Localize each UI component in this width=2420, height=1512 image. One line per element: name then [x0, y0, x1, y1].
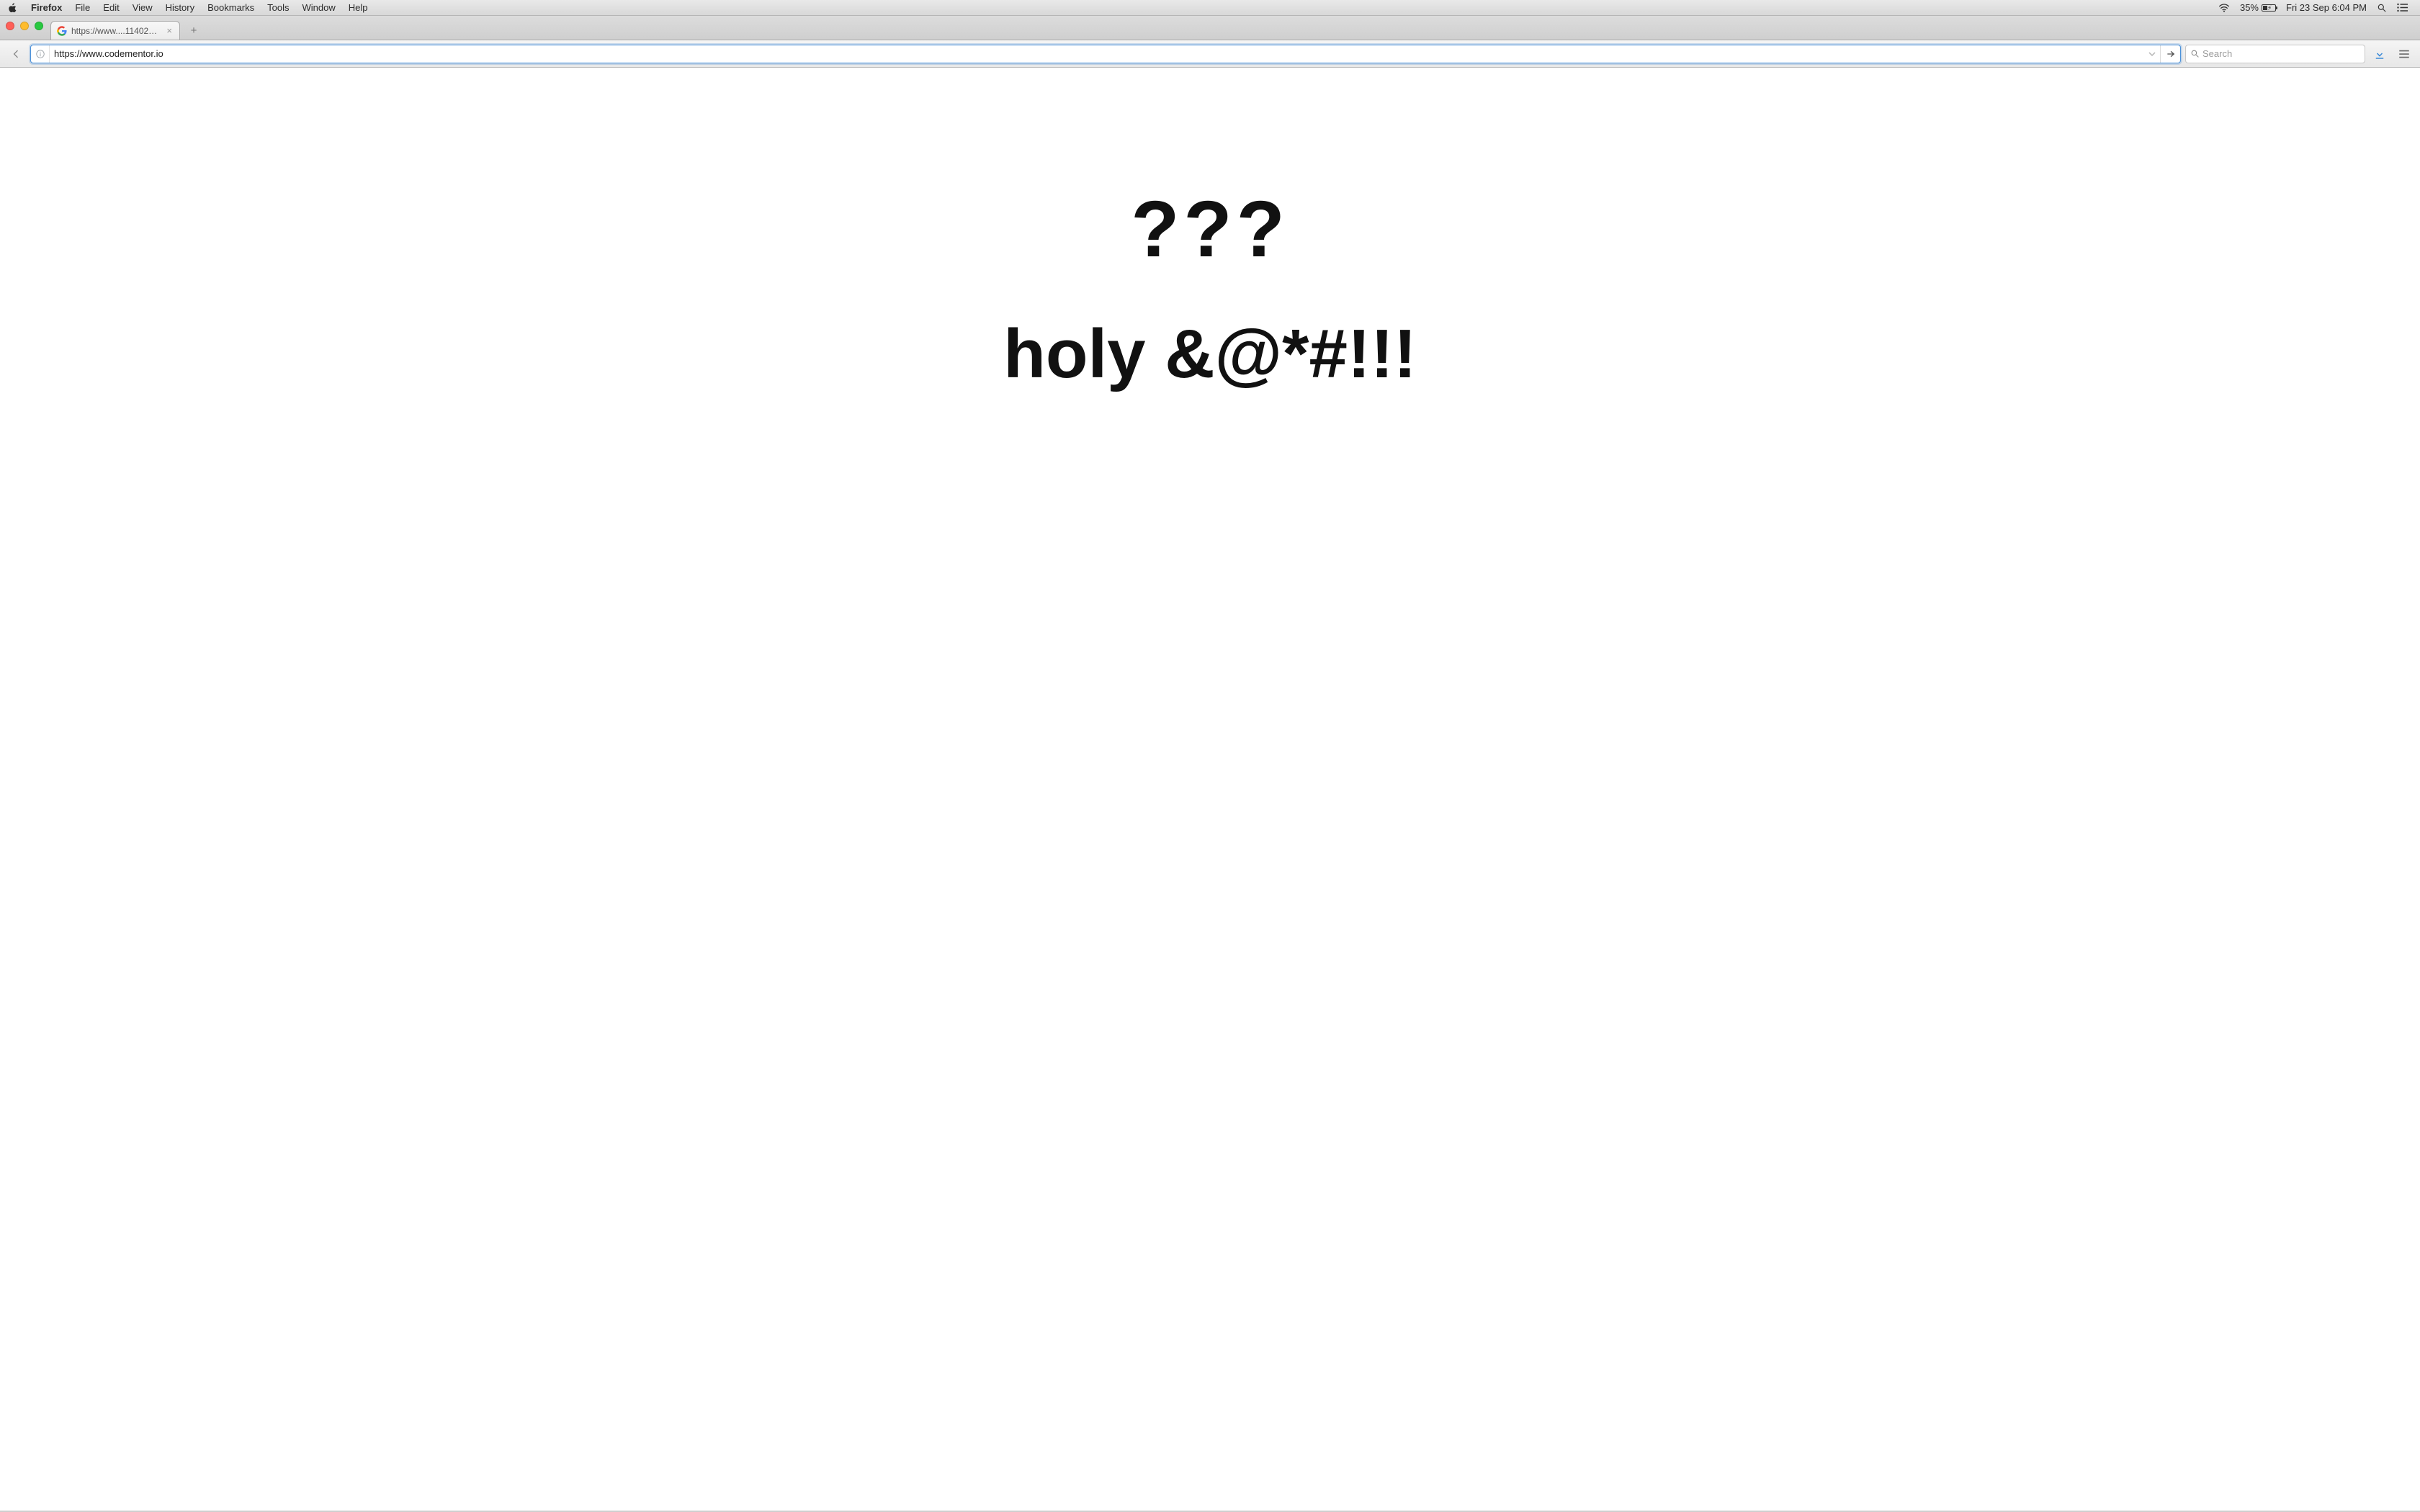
window-controls	[6, 22, 43, 30]
url-input[interactable]	[50, 45, 2144, 63]
info-icon	[35, 49, 45, 59]
go-button[interactable]	[2160, 45, 2180, 63]
tabs: https://www....11402884053 × +	[50, 16, 203, 40]
apple-menu[interactable]	[7, 3, 24, 13]
browser-tab[interactable]: https://www....11402884053 ×	[50, 21, 180, 40]
menubar-right: 35% ⚡︎ Fri 23 Sep 6:04 PM	[2213, 0, 2413, 16]
app-menu-button[interactable]	[2394, 44, 2414, 64]
chevron-down-icon	[2148, 50, 2156, 58]
google-favicon-icon	[57, 26, 67, 36]
tab-title: https://www....11402884053	[71, 26, 161, 36]
search-icon	[2377, 3, 2387, 13]
downloads-button[interactable]	[2370, 44, 2390, 64]
tab-close-button[interactable]: ×	[165, 26, 174, 35]
apple-logo-icon	[7, 3, 17, 13]
search-input[interactable]	[2202, 48, 2360, 59]
search-bar[interactable]	[2185, 45, 2365, 63]
window-zoom-button[interactable]	[35, 22, 43, 30]
macos-menubar: Firefox File Edit View History Bookmarks…	[0, 0, 2420, 16]
app-menu[interactable]: Firefox	[24, 0, 68, 16]
arrow-right-icon	[2166, 49, 2176, 59]
battery-icon: ⚡︎	[2262, 4, 2276, 12]
menubar-left: Firefox File Edit View History Bookmarks…	[7, 0, 2213, 16]
slide-content: ??? holy &@*#!!!	[814, 190, 1606, 389]
menu-help[interactable]: Help	[342, 0, 375, 16]
nav-toolbar	[0, 40, 2420, 68]
notification-center[interactable]	[2392, 3, 2413, 12]
download-icon	[2373, 48, 2386, 60]
menu-window[interactable]: Window	[296, 0, 342, 16]
page-viewport: ??? holy &@*#!!!	[0, 68, 2420, 1512]
list-icon	[2397, 3, 2408, 12]
new-tab-button[interactable]: +	[184, 22, 203, 38]
headline-1: ???	[814, 190, 1606, 269]
menu-history[interactable]: History	[159, 0, 201, 16]
browser-window: https://www....11402884053 × +	[0, 16, 2420, 1512]
url-history-dropdown[interactable]	[2144, 50, 2160, 58]
menu-edit[interactable]: Edit	[97, 0, 125, 16]
menu-file[interactable]: File	[68, 0, 97, 16]
url-bar[interactable]	[30, 45, 2181, 63]
spotlight[interactable]	[2372, 3, 2392, 13]
menu-view[interactable]: View	[126, 0, 159, 16]
window-minimize-button[interactable]	[20, 22, 29, 30]
hamburger-icon	[2398, 48, 2411, 60]
battery-status[interactable]: 35% ⚡︎	[2235, 0, 2281, 16]
menu-tools[interactable]: Tools	[261, 0, 295, 16]
search-icon	[2190, 49, 2200, 58]
menu-bookmarks[interactable]: Bookmarks	[201, 0, 261, 16]
wifi-status[interactable]	[2213, 4, 2235, 12]
headline-2: holy &@*#!!!	[814, 320, 1606, 389]
back-button[interactable]	[6, 44, 26, 64]
window-close-button[interactable]	[6, 22, 14, 30]
tab-bar: https://www....11402884053 × +	[0, 16, 2420, 40]
battery-percent-text: 35%	[2240, 0, 2259, 16]
site-identity-button[interactable]	[31, 45, 50, 63]
wifi-icon	[2218, 4, 2230, 12]
arrow-left-icon	[10, 48, 22, 60]
clock[interactable]: Fri 23 Sep 6:04 PM	[2281, 0, 2372, 16]
